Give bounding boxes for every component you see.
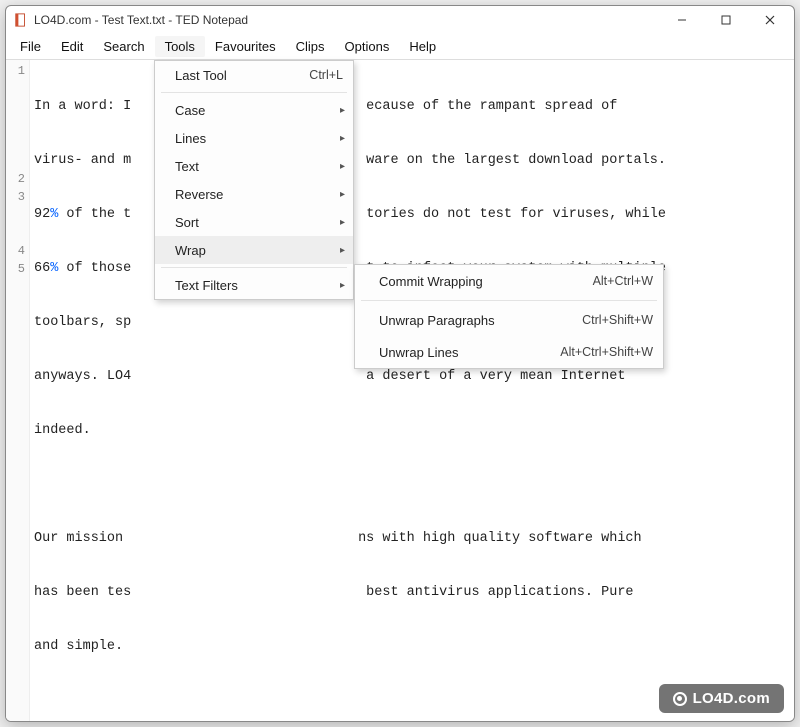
wrap-submenu: Commit Wrapping Alt+Ctrl+W Unwrap Paragr… [354, 264, 664, 369]
text-content[interactable]: In a word: Ixxxxxxxxxxxxxxxxxxxxxxxxxxxx… [30, 60, 794, 722]
menu-clips[interactable]: Clips [286, 36, 335, 57]
app-icon [14, 13, 28, 27]
window-title: LO4D.com - Test Text.txt - TED Notepad [34, 13, 660, 27]
menubar: File Edit Search Tools Favourites Clips … [6, 34, 794, 59]
menuitem-reverse[interactable]: Reverse▸ [155, 180, 353, 208]
menu-favourites[interactable]: Favourites [205, 36, 286, 57]
menuitem-text-filters[interactable]: Text Filters▸ [155, 271, 353, 299]
menu-options[interactable]: Options [335, 36, 400, 57]
menuitem-unwrap-paragraphs[interactable]: Unwrap Paragraphs Ctrl+Shift+W [355, 304, 663, 336]
chevron-right-icon: ▸ [340, 133, 345, 144]
menuitem-case[interactable]: Case▸ [155, 96, 353, 124]
menuitem-last-tool[interactable]: Last Tool Ctrl+L [155, 61, 353, 89]
menuitem-text[interactable]: Text▸ [155, 152, 353, 180]
menuitem-lines[interactable]: Lines▸ [155, 124, 353, 152]
menuitem-commit-wrapping[interactable]: Commit Wrapping Alt+Ctrl+W [355, 265, 663, 297]
titlebar: LO4D.com - Test Text.txt - TED Notepad [6, 6, 794, 34]
chevron-right-icon: ▸ [340, 189, 345, 200]
menu-search[interactable]: Search [93, 36, 154, 57]
chevron-right-icon: ▸ [340, 105, 345, 116]
menu-tools[interactable]: Tools [155, 36, 205, 57]
menu-separator [161, 267, 347, 268]
menu-edit[interactable]: Edit [51, 36, 93, 57]
watermark: LO4D.com [659, 684, 784, 713]
menu-help[interactable]: Help [399, 36, 446, 57]
menuitem-sort[interactable]: Sort▸ [155, 208, 353, 236]
chevron-right-icon: ▸ [340, 245, 345, 256]
minimize-button[interactable] [660, 6, 704, 34]
chevron-right-icon: ▸ [340, 217, 345, 228]
tools-dropdown: Last Tool Ctrl+L Case▸ Lines▸ Text▸ Reve… [154, 60, 354, 300]
maximize-button[interactable] [704, 6, 748, 34]
window-controls [660, 6, 792, 34]
menu-separator [161, 92, 347, 93]
close-button[interactable] [748, 6, 792, 34]
logo-icon [673, 692, 687, 706]
line-gutter: 1 2 3 4 5 [6, 60, 30, 722]
chevron-right-icon: ▸ [340, 280, 345, 291]
menuitem-unwrap-lines[interactable]: Unwrap Lines Alt+Ctrl+Shift+W [355, 336, 663, 368]
menuitem-wrap[interactable]: Wrap▸ [155, 236, 353, 264]
editor-area[interactable]: 1 2 3 4 5 In a word: Ixxxxxxxxxxxxxxxxxx… [6, 59, 794, 722]
menu-file[interactable]: File [10, 36, 51, 57]
chevron-right-icon: ▸ [340, 161, 345, 172]
menu-separator [361, 300, 657, 301]
